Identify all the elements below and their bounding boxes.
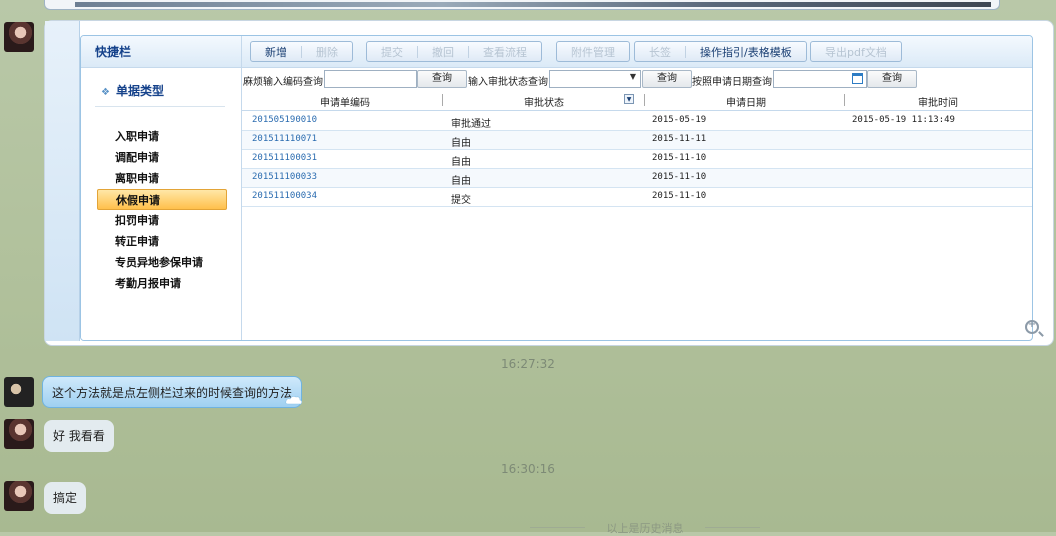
- left-gutter: [45, 21, 80, 341]
- search-row: 麻烦输入编码查询 查询 输入审批状态查询 ▼ 查询 按照申请日期查询 查询: [242, 70, 1032, 88]
- sort-icon[interactable]: ▼: [624, 94, 634, 104]
- sidebar-item-penalty[interactable]: 扣罚申请: [97, 210, 227, 231]
- row-date: 2015-11-10: [652, 172, 707, 182]
- app-frame: 快捷栏 ❖ 单据类型 入职申请 调配申请 离职申请 休假申请 扣罚申请 转正申请 …: [80, 35, 1033, 341]
- row-code[interactable]: 201511100031: [252, 153, 317, 163]
- sidebar-header: 快捷栏: [81, 36, 241, 68]
- timestamp: 16:30:16: [501, 462, 555, 476]
- guide-button[interactable]: 操作指引/表格模板: [686, 44, 806, 60]
- toolbar-group-attach: 附件管理: [556, 41, 630, 62]
- sidebar-item-insurance[interactable]: 专员异地参保申请: [97, 252, 227, 273]
- code-search-button[interactable]: 查询: [417, 70, 467, 88]
- table-row[interactable]: 201511100033 自由 2015-11-10: [242, 169, 1032, 188]
- avatar[interactable]: [4, 22, 34, 52]
- code-search-input[interactable]: [324, 70, 417, 88]
- print-button[interactable]: 长签: [635, 44, 685, 60]
- zoom-in-icon[interactable]: +: [1025, 319, 1039, 334]
- row-date: 2015-11-10: [652, 191, 707, 201]
- row-approved: 2015-05-19 11:13:49: [852, 115, 955, 125]
- status-search-button[interactable]: 查询: [642, 70, 692, 88]
- code-search-label: 麻烦输入编码查询: [243, 77, 323, 88]
- timestamp: 16:27:32: [501, 357, 555, 371]
- doc-type-icon: ❖: [101, 87, 110, 98]
- column-header-approved[interactable]: 审批时间: [918, 94, 958, 109]
- sidebar-item-attendance[interactable]: 考勤月报申请: [97, 273, 227, 294]
- row-date: 2015-05-19: [652, 115, 707, 125]
- calendar-icon[interactable]: [852, 73, 863, 84]
- message-bubble[interactable]: 搞定: [44, 482, 87, 514]
- date-input[interactable]: [773, 70, 867, 88]
- message-bubble[interactable]: 好 我看看: [44, 420, 114, 452]
- main-panel: 新增 删除 提交 撤回 查看流程 附件管理 长签 操作指引/表格模板 导出pdf…: [242, 36, 1032, 340]
- export-pdf-button[interactable]: 导出pdf文档: [811, 44, 901, 60]
- avatar[interactable]: [4, 481, 34, 511]
- table-body: 201505190010 审批通过 2015-05-19 2015-05-19 …: [242, 112, 1032, 207]
- message-text: 这个方法就是点左侧栏过来的时候查询的方法: [52, 386, 293, 400]
- date-search-label: 按照申请日期查询: [692, 77, 772, 88]
- row-code[interactable]: 201511110071: [252, 134, 317, 144]
- message-text: 好 我看看: [53, 429, 105, 443]
- row-status: 自由: [451, 138, 471, 149]
- row-date: 2015-11-11: [652, 134, 707, 144]
- sidebar: 快捷栏 ❖ 单据类型 入职申请 调配申请 离职申请 休假申请 扣罚申请 转正申请 …: [81, 36, 242, 340]
- attachment-button[interactable]: 附件管理: [557, 44, 629, 60]
- table-header: 申请单编码 审批状态 ▼ 申请日期 审批时间: [242, 91, 1032, 111]
- row-status: 自由: [451, 157, 471, 168]
- sidebar-item-transfer[interactable]: 调配申请: [97, 147, 227, 168]
- delete-button[interactable]: 删除: [302, 44, 352, 60]
- submit-button[interactable]: 提交: [367, 44, 417, 60]
- row-code[interactable]: 201511100034: [252, 191, 317, 201]
- table-row[interactable]: 201511100034 提交 2015-11-10: [242, 188, 1032, 207]
- table-row[interactable]: 201511100031 自由 2015-11-10: [242, 150, 1032, 169]
- avatar[interactable]: [4, 377, 34, 407]
- cloud-icon: [285, 396, 303, 405]
- chevron-down-icon: ▼: [629, 72, 636, 81]
- message-bubble[interactable]: 这个方法就是点左侧栏过来的时候查询的方法: [42, 376, 303, 408]
- row-code[interactable]: 201511100033: [252, 172, 317, 182]
- row-status: 提交: [451, 195, 471, 206]
- column-header-status[interactable]: 审批状态: [524, 94, 564, 109]
- toolbar-group-edit: 新增 删除: [250, 41, 353, 62]
- previous-image-strip: [44, 0, 1000, 10]
- view-flow-button[interactable]: 查看流程: [469, 44, 541, 60]
- message-text: 搞定: [53, 491, 78, 505]
- table-row[interactable]: 201511110071 自由 2015-11-11: [242, 131, 1032, 150]
- column-header-code[interactable]: 申请单编码: [320, 94, 370, 109]
- status-search-label: 输入审批状态查询: [468, 77, 548, 88]
- row-code[interactable]: 201505190010: [252, 115, 317, 125]
- column-header-date[interactable]: 申请日期: [726, 94, 766, 109]
- sidebar-item-regularize[interactable]: 转正申请: [97, 231, 227, 252]
- date-search-button[interactable]: 查询: [867, 70, 917, 88]
- add-button[interactable]: 新增: [251, 44, 301, 60]
- toolbar: 新增 删除 提交 撤回 查看流程 附件管理 长签 操作指引/表格模板 导出pdf…: [242, 36, 1032, 68]
- screenshot-message[interactable]: 快捷栏 ❖ 单据类型 入职申请 调配申请 离职申请 休假申请 扣罚申请 转正申请 …: [44, 20, 1054, 346]
- row-date: 2015-11-10: [652, 153, 707, 163]
- row-status: 自由: [451, 176, 471, 187]
- toolbar-group-flow: 提交 撤回 查看流程: [366, 41, 542, 62]
- table-row[interactable]: 201505190010 审批通过 2015-05-19 2015-05-19 …: [242, 112, 1032, 131]
- row-status: 审批通过: [451, 119, 491, 130]
- sidebar-item-entry[interactable]: 入职申请: [97, 126, 227, 147]
- sidebar-item-vacation[interactable]: 休假申请: [97, 189, 227, 210]
- status-select[interactable]: ▼: [549, 70, 641, 88]
- toolbar-group-export: 导出pdf文档: [810, 41, 902, 62]
- recall-button[interactable]: 撤回: [418, 44, 468, 60]
- toolbar-group-guide: 长签 操作指引/表格模板: [634, 41, 807, 62]
- sidebar-item-leave-job[interactable]: 离职申请: [97, 168, 227, 189]
- section-title[interactable]: ❖ 单据类型: [101, 82, 164, 99]
- sidebar-menu: 入职申请 调配申请 离职申请 休假申请 扣罚申请 转正申请 专员异地参保申请 考…: [97, 126, 227, 294]
- avatar[interactable]: [4, 419, 34, 449]
- history-divider: 以上是历史消息: [530, 520, 760, 536]
- divider: [95, 106, 225, 107]
